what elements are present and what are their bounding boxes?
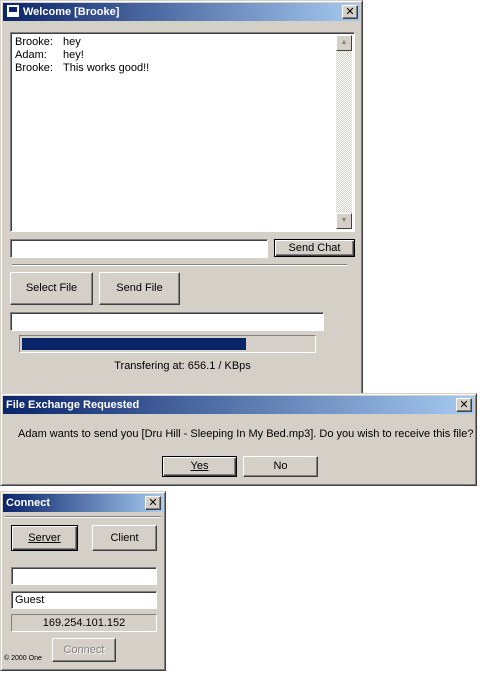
select-file-button[interactable]: Select File bbox=[10, 272, 93, 305]
connect-button[interactable]: Connect bbox=[52, 638, 116, 662]
select-file-label: Select File bbox=[25, 282, 78, 294]
connect-title: Connect bbox=[6, 497, 50, 509]
ip-address: 169.254.101.152 bbox=[42, 617, 126, 629]
client-button[interactable]: Client bbox=[92, 525, 157, 551]
file-path-field[interactable] bbox=[10, 312, 324, 331]
server-button[interactable]: Server bbox=[11, 525, 78, 551]
server-label: Server bbox=[28, 532, 61, 544]
no-button[interactable]: No bbox=[243, 456, 318, 477]
chat-log-scrollbar[interactable]: ▲ ▼ bbox=[336, 35, 352, 229]
file-dialog-message: Adam wants to send you [Dru Hill - Sleep… bbox=[18, 428, 474, 440]
chat-message: Brooke: hey bbox=[15, 36, 81, 48]
chat-message-text: hey bbox=[63, 36, 81, 48]
chat-message: Adam: hey! bbox=[15, 49, 84, 61]
chat-window-titlebar[interactable]: Welcome [Brooke] ✕ bbox=[3, 3, 360, 21]
send-chat-button[interactable]: Send Chat bbox=[274, 239, 355, 257]
file-dialog-title: File Exchange Requested bbox=[6, 399, 140, 411]
host-input[interactable] bbox=[11, 567, 157, 585]
transfer-progress-bar bbox=[19, 335, 316, 353]
close-icon[interactable]: ✕ bbox=[342, 5, 358, 19]
close-icon[interactable]: ✕ bbox=[145, 496, 161, 510]
name-input[interactable]: Guest bbox=[11, 591, 157, 609]
transfer-status: Transfering at: 656.1 / KBps bbox=[114, 360, 251, 372]
scroll-down-arrow-icon[interactable]: ▼ bbox=[336, 213, 352, 229]
chat-message-input[interactable] bbox=[10, 239, 268, 258]
chat-message-sender: Adam: bbox=[15, 49, 47, 61]
connect-label: Connect bbox=[63, 644, 105, 656]
connect-window: Connect ✕ Server Client Guest 169.254.10… bbox=[0, 491, 166, 671]
yes-button[interactable]: Yes bbox=[162, 456, 237, 477]
ip-address-display: 169.254.101.152 bbox=[11, 614, 157, 632]
send-file-button[interactable]: Send File bbox=[99, 272, 180, 305]
app-icon[interactable] bbox=[7, 5, 19, 17]
transfer-progress-fill bbox=[22, 338, 247, 350]
file-dialog-titlebar[interactable]: File Exchange Requested ✕ bbox=[3, 396, 474, 414]
yes-label: Yes bbox=[190, 460, 209, 472]
copyright-label: © 2000 One bbox=[4, 655, 42, 662]
chat-message-sender: Brooke: bbox=[15, 62, 53, 74]
send-chat-label: Send Chat bbox=[288, 242, 341, 254]
chat-log[interactable]: Brooke: hey Adam: hey! Brooke: This works g… bbox=[10, 32, 355, 232]
divider bbox=[5, 516, 161, 518]
chat-message-text: This works good!! bbox=[63, 62, 150, 74]
send-file-label: Send File bbox=[116, 282, 163, 294]
chat-message-sender: Brooke: bbox=[15, 36, 53, 48]
no-label: No bbox=[273, 460, 288, 472]
scroll-up-arrow-icon[interactable]: ▲ bbox=[336, 35, 352, 51]
divider bbox=[12, 264, 347, 266]
chat-window-title: Welcome [Brooke] bbox=[23, 6, 120, 18]
file-exchange-dialog: File Exchange Requested ✕ Adam wants to … bbox=[0, 393, 477, 486]
chat-message: Brooke: This works good!! bbox=[15, 62, 149, 74]
connect-titlebar[interactable]: Connect ✕ bbox=[3, 494, 163, 512]
client-label: Client bbox=[110, 532, 139, 544]
close-icon[interactable]: ✕ bbox=[456, 398, 472, 412]
chat-window: Welcome [Brooke] ✕ Brooke: hey Adam: hey! … bbox=[0, 0, 363, 395]
chat-message-text: hey! bbox=[63, 49, 84, 61]
